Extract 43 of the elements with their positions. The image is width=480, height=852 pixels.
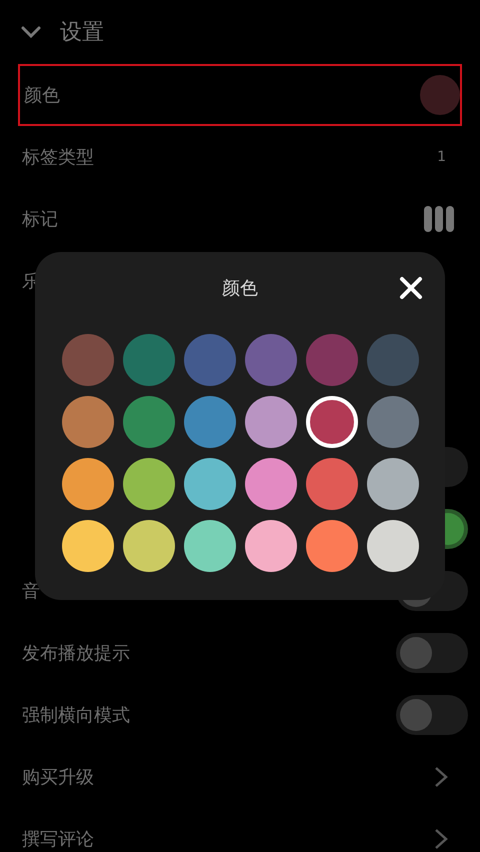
section-title: 设置 xyxy=(60,18,104,46)
color-swatch[interactable] xyxy=(184,396,236,448)
chevron-right-icon[interactable] xyxy=(434,766,448,788)
color-swatch[interactable] xyxy=(184,520,236,572)
chevron-right-icon[interactable] xyxy=(434,828,448,850)
toggle-switch[interactable] xyxy=(396,695,468,735)
color-swatch[interactable] xyxy=(122,458,174,510)
color-swatch[interactable] xyxy=(244,458,296,510)
toggle-switch[interactable] xyxy=(396,633,468,673)
color-swatch[interactable] xyxy=(122,396,174,448)
color-swatch[interactable] xyxy=(306,520,358,572)
color-swatch[interactable] xyxy=(184,458,236,510)
color-swatch[interactable] xyxy=(184,334,236,386)
setting-label: 购买升级 xyxy=(22,766,94,790)
close-icon[interactable] xyxy=(399,276,423,300)
color-swatch[interactable] xyxy=(366,520,418,572)
setting-label: 标记 xyxy=(22,208,58,232)
setting-label: 音 xyxy=(22,580,40,604)
setting-label: 撰写评论 xyxy=(22,828,94,852)
color-swatch[interactable] xyxy=(420,75,460,115)
color-swatch[interactable] xyxy=(122,334,174,386)
setting-value: 1 xyxy=(437,148,446,166)
color-swatch[interactable] xyxy=(244,396,296,448)
settings-row[interactable]: 颜色 xyxy=(18,64,462,126)
color-swatch[interactable] xyxy=(366,458,418,510)
color-swatch[interactable] xyxy=(122,520,174,572)
color-swatch[interactable] xyxy=(244,334,296,386)
color-swatch[interactable] xyxy=(306,334,358,386)
color-swatch[interactable] xyxy=(306,396,358,448)
collapse-icon[interactable] xyxy=(20,25,42,39)
bars-icon[interactable] xyxy=(424,206,454,232)
color-swatch[interactable] xyxy=(62,520,114,572)
setting-label: 发布播放提示 xyxy=(22,642,130,666)
color-swatch[interactable] xyxy=(244,520,296,572)
dialog-title: 颜色 xyxy=(222,276,258,300)
color-swatch[interactable] xyxy=(62,334,114,386)
color-swatch[interactable] xyxy=(62,458,114,510)
color-swatch[interactable] xyxy=(366,396,418,448)
setting-label: 标签类型 xyxy=(22,146,94,170)
color-swatch[interactable] xyxy=(306,458,358,510)
setting-label: 颜色 xyxy=(24,84,60,108)
setting-label: 强制横向模式 xyxy=(22,704,130,728)
color-swatch[interactable] xyxy=(62,396,114,448)
